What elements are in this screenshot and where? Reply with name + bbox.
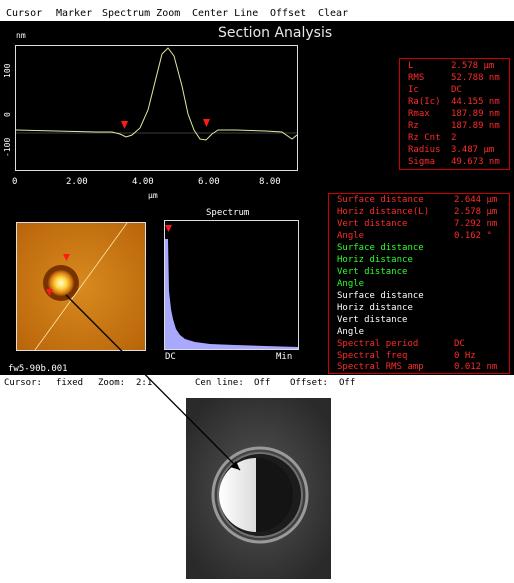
menu-center-line[interactable]: Center Line xyxy=(192,8,258,19)
x-axis-unit: µm xyxy=(148,191,158,200)
spectrum-plot[interactable] xyxy=(164,220,299,350)
cursor-marker-left[interactable] xyxy=(121,121,128,129)
spectrum-x-right: Min xyxy=(276,352,293,362)
status-zoom-label: Zoom: xyxy=(98,378,126,388)
spectral-row: Spectral freq 0 Hz xyxy=(337,351,476,361)
menu-offset[interactable]: Offset xyxy=(270,8,306,19)
measure-row: Horiz distance xyxy=(337,255,413,265)
measure-row: Surface distance xyxy=(337,243,424,253)
y-tick-label: 0 xyxy=(3,112,12,117)
x-tick-label: 4.00 xyxy=(132,177,154,187)
page-title: Section Analysis xyxy=(218,25,333,41)
stat-row: RMS 52.788 nm xyxy=(408,73,500,83)
x-tick-label: 6.00 xyxy=(198,177,220,187)
cursor-marker-right[interactable] xyxy=(203,119,210,127)
bump-feature xyxy=(47,269,75,297)
menu-bar: Cursor Marker Spectrum Zoom Center Line … xyxy=(0,0,514,21)
afm-image[interactable] xyxy=(16,222,146,351)
measure-row: Angle 0.162 ° xyxy=(337,231,492,241)
menu-cursor[interactable]: Cursor xyxy=(6,8,42,19)
status-cenline-label: Cen line: xyxy=(195,378,244,388)
profile-trace xyxy=(16,47,297,141)
stat-row: Radius 3.487 µm xyxy=(408,145,495,155)
x-tick-label: 2.00 xyxy=(66,177,88,187)
spectrum-marker[interactable] xyxy=(165,225,172,232)
roughness-stats-panel: L 2.578 µm RMS 52.788 nm Ic DC Ra(Ic) 44.155… xyxy=(399,58,510,170)
stat-row: L 2.578 µm xyxy=(408,61,495,71)
measure-row: Vert distance 7.292 nm xyxy=(337,219,498,229)
spectrum-fill xyxy=(165,239,298,349)
status-bar: Cursor: fixed Zoom: 2:1 Cen line: Off Of… xyxy=(0,375,514,391)
spectral-row: Spectral period DC xyxy=(337,339,465,349)
menu-spectrum-zoom[interactable]: Spectrum Zoom xyxy=(102,8,180,19)
measure-row: Vert distance xyxy=(337,315,408,325)
status-zoom-value: 2:1 xyxy=(136,378,153,388)
measure-row: Surface distance 2.644 µm xyxy=(337,195,498,205)
status-cenline-value: Off xyxy=(254,378,271,388)
status-cursor-label: Cursor: xyxy=(4,378,42,388)
profile-plot[interactable] xyxy=(15,45,298,171)
menu-marker[interactable]: Marker xyxy=(56,8,92,19)
measure-row: Horiz distance(L) 2.578 µm xyxy=(337,207,498,217)
stat-row: Ic DC xyxy=(408,85,462,95)
measure-row: Surface distance xyxy=(337,291,424,301)
measurement-panel: Surface distance 2.644 µm Horiz distance(… xyxy=(328,193,510,374)
section-analysis-screen: Section Analysis nm 100 0 -100 0 2.00 4.… xyxy=(0,21,514,375)
measure-row: Angle xyxy=(337,327,365,337)
stat-row: Rz Cnt 2 xyxy=(408,133,457,143)
x-tick-label: 0 xyxy=(12,177,18,187)
measure-row: Angle xyxy=(337,279,365,289)
status-offset-value: Off xyxy=(339,378,356,388)
stat-row: Rmax 187.89 nm xyxy=(408,109,500,119)
stat-row: Sigma 49.673 nm xyxy=(408,157,500,167)
status-offset-label: Offset: xyxy=(290,378,328,388)
y-axis-unit: nm xyxy=(16,31,26,40)
spectrum-title: Spectrum xyxy=(206,208,250,218)
y-tick-label: 100 xyxy=(3,63,12,78)
file-name: fw5-90b.001 xyxy=(8,364,68,374)
measure-row: Vert distance xyxy=(337,267,408,277)
stat-row: Rz 187.89 nm xyxy=(408,121,500,131)
optical-micrograph xyxy=(186,398,331,579)
x-tick-label: 8.00 xyxy=(259,177,281,187)
y-tick-label: -100 xyxy=(3,137,12,157)
menu-clear[interactable]: Clear xyxy=(318,8,348,19)
spectrum-x-left: DC xyxy=(165,352,176,362)
stat-row: Ra(Ic) 44.155 nm xyxy=(408,97,500,107)
measure-row: Horiz distance xyxy=(337,303,413,313)
spectral-row: Spectral RMS amp 0.012 nm xyxy=(337,362,498,372)
status-cursor-value: fixed xyxy=(56,378,84,388)
